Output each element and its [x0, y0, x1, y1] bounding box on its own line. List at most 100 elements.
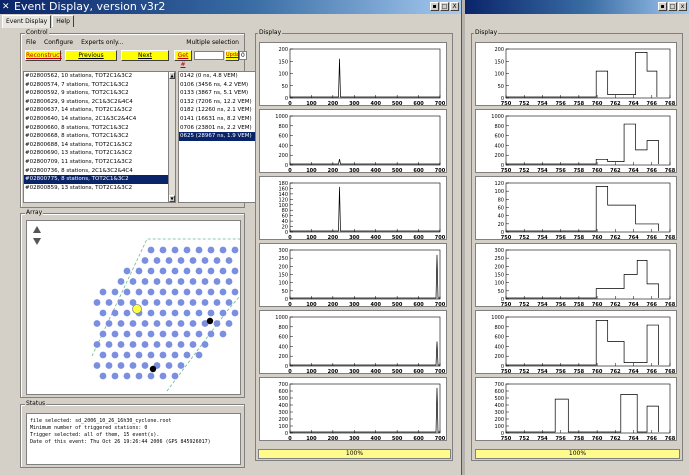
menu-experts-only[interactable]: Experts only...: [81, 38, 123, 48]
station-list-item[interactable]: 0706 (23801 ns, 2.2 VEM): [179, 124, 255, 133]
x-tick-label: 764: [628, 235, 639, 241]
y-tick-label: 80: [498, 197, 504, 203]
station-marker: [195, 246, 203, 254]
station-marker: [189, 320, 197, 327]
minimize-button-2[interactable]: ▪: [658, 2, 667, 11]
trace-plot[interactable]: 180 160 140 120 100 80 60 40 20 0 0 100 200 300 400 500…: [259, 176, 447, 241]
event-list-item[interactable]: #02800775, 8 stations, TOT2C1&3C2: [24, 175, 175, 184]
trace-plot-canvas: 70060050040030020010000 100 200 300 400 500 60…: [278, 382, 445, 442]
trace-plot[interactable]: 1000 800 600 400 200 0 750 752 754 756 758 760 762 76…: [475, 109, 677, 174]
selected-station-marker: [132, 304, 142, 314]
station-marker: [171, 372, 179, 380]
event-list-scrollbar[interactable]: ▲ ▼: [168, 72, 175, 202]
trace-plot[interactable]: 1000 800 600 400 200 0 0 100 200 300 400 500 600 700: [259, 310, 447, 375]
station-marker: [177, 341, 185, 348]
station-list-item[interactable]: 0142 (0 ns, 4.8 VEM): [179, 72, 255, 81]
x-tick-label: 760: [592, 235, 603, 241]
trace-plot[interactable]: 700 600 500 400 300 200 100 0 750 752 754 756 758 760…: [475, 377, 677, 442]
trace-plot[interactable]: 1000 800 600 400 200 0 750 752 754 756 758 760 762 76…: [475, 310, 677, 375]
close-button-2[interactable]: x: [678, 2, 687, 11]
previous-button[interactable]: Previous: [65, 50, 117, 61]
get-input[interactable]: [194, 51, 224, 60]
multiple-selection-label[interactable]: Multiple selection: [186, 38, 239, 48]
trace-plot[interactable]: 200 150 100 50 0 750 752 754 756 758 760 762 764 766 7…: [475, 42, 677, 107]
trace-plot[interactable]: 1000 800 600 400 200 0 0 100 200 300 400 500 600 700: [259, 109, 447, 174]
reconstruct-button[interactable]: Reconstruct: [25, 50, 62, 61]
event-list-item[interactable]: #02800562, 10 stations, TOT2C1&3C2: [24, 72, 175, 81]
y-tick-label: 150: [278, 59, 288, 65]
y-tick-label: 50: [498, 289, 504, 295]
get-button[interactable]: Get #: [174, 50, 192, 68]
maximize-button-2[interactable]: □: [668, 2, 677, 11]
station-marker: [117, 278, 125, 285]
event-list-item[interactable]: #02800709, 11 stations, TOT2C1&3C2: [24, 158, 175, 167]
station-list-item[interactable]: 0132 (7206 ns, 12.2 VEM): [179, 98, 255, 107]
x-tick-label: 752: [519, 235, 530, 241]
station-marker: [129, 278, 137, 285]
trace-line: [290, 387, 440, 433]
array-canvas[interactable]: [27, 221, 240, 394]
x-logo-icon: ✕: [2, 2, 10, 12]
y-tick-label: 200: [494, 153, 504, 159]
station-list-item[interactable]: 0133 (3867 ns, 5.1 VEM): [179, 89, 255, 98]
y-tick-label: 600: [494, 134, 504, 140]
x-tick-label: 768: [665, 235, 676, 241]
y-tick-label: 300: [494, 248, 504, 254]
next-button[interactable]: Next: [121, 50, 169, 61]
minimize-button[interactable]: ▪: [430, 2, 439, 11]
event-list-item[interactable]: #02800660, 8 stations, TOT2C1&3C2: [24, 124, 175, 133]
event-list[interactable]: #02800562, 10 stations, TOT2C1&3C2 #02800…: [23, 71, 176, 203]
trace-plot[interactable]: 120 100 80 60 40 20 0 750 752 754 756 758 760 762 764 7…: [475, 176, 677, 241]
event-list-item[interactable]: #02800629, 9 stations, 2C1&3C2&4C4: [24, 98, 175, 107]
y-tick-label: 400: [494, 403, 504, 409]
event-list-item[interactable]: #02800690, 13 stations, TOT2C1&3C2: [24, 149, 175, 158]
event-list-item[interactable]: #02800668, 8 stations, TOT2C1&3C2: [24, 132, 175, 141]
y-tick-label: 40: [498, 214, 504, 220]
scroll-up-icon[interactable]: ▲: [169, 72, 175, 79]
event-list-item[interactable]: #02800637, 14 stations, TOT2C1&3C2: [24, 106, 175, 115]
menu-file[interactable]: File: [26, 38, 36, 48]
x-tick-label: 0: [288, 436, 292, 442]
title-bar[interactable]: ✕ Event Display, version v3r2 ▪ □ X: [0, 0, 461, 14]
station-list-item[interactable]: 0141 (16631 ns, 8.2 VEM): [179, 115, 255, 124]
maximize-button[interactable]: □: [440, 2, 449, 11]
station-marker: [111, 330, 119, 338]
trace-line: [290, 186, 440, 232]
event-list-item[interactable]: #02800592, 9 stations, TOT2C1&3C2: [24, 89, 175, 98]
station-list[interactable]: 0142 (0 ns, 4.8 VEM) 0106 (3456 ns, 4.2 V…: [178, 71, 256, 203]
station-list-item[interactable]: 0182 (12260 ns, 2.1 VEM): [179, 106, 255, 115]
trace-plot[interactable]: 300 250 200 150 100 50 0 750 752 754 756 758 760 762 7…: [475, 243, 677, 308]
update-input[interactable]: 0: [239, 51, 247, 60]
x-tick-label: 200: [328, 302, 339, 308]
close-button[interactable]: X: [450, 2, 459, 11]
event-list-item[interactable]: #02800736, 8 stations, 2C1&3C2&4C4: [24, 167, 175, 176]
display-title-2: Display: [474, 29, 499, 37]
station-marker: [147, 288, 155, 296]
y-tick-label: 400: [494, 143, 504, 149]
station-marker: [219, 246, 227, 254]
trace-line: [290, 159, 440, 165]
update-button[interactable]: Update: [225, 50, 244, 61]
scroll-down-icon[interactable]: ▼: [169, 195, 175, 202]
x-tick-label: 500: [392, 101, 403, 107]
trace-plot[interactable]: 200 150 100 50 0 0 100 200 300 400 500 600 700: [259, 42, 447, 107]
trace-plot[interactable]: 300 250 200 150 100 50 0 0 100 200 300 400 500 600 700: [259, 243, 447, 308]
station-list-item[interactable]: 0625 (28967 ns, 1.9 VEM): [179, 132, 255, 141]
station-marker: [219, 309, 227, 317]
tab-event-display[interactable]: Event Display: [2, 15, 52, 28]
station-marker: [207, 267, 215, 275]
event-list-item[interactable]: #02800688, 14 stations, TOT2C1&3C2: [24, 141, 175, 150]
event-list-item[interactable]: #02800859, 13 stations, TOT2C1&3C2: [24, 184, 175, 193]
array-map[interactable]: [26, 220, 241, 395]
station-list-item[interactable]: 0106 (3456 ns, 4.2 VEM): [179, 81, 255, 90]
x-tick-label: 758: [574, 168, 585, 174]
y-tick-label: 500: [494, 396, 504, 402]
event-list-item[interactable]: #02800574, 7 stations, TOT2C1&3C2: [24, 81, 175, 90]
x-tick-label: 100: [306, 168, 317, 174]
x-tick-label: 756: [555, 436, 566, 442]
title-bar-2[interactable]: ▪ □ x: [465, 0, 689, 14]
event-list-item[interactable]: #02800640, 14 stations, 2C1&3C2&4C4: [24, 115, 175, 124]
menu-configure[interactable]: Configure: [44, 38, 73, 48]
trace-plot[interactable]: 700 600 500 400 300 200 100 0 0 100 200 300 400 500 60…: [259, 377, 447, 442]
tab-help[interactable]: Help: [52, 15, 74, 27]
